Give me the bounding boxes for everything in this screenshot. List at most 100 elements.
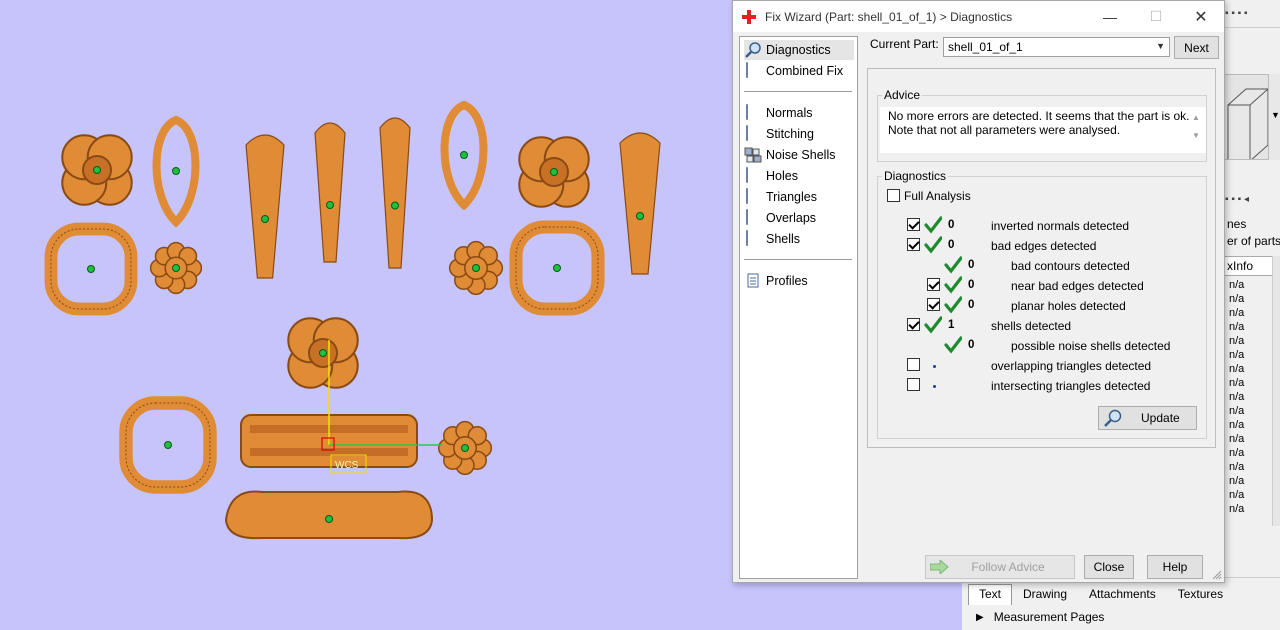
row-checkbox[interactable] (907, 238, 920, 251)
nav-item-normals[interactable]: Normals (744, 103, 813, 123)
not-run-dot-icon (933, 365, 936, 368)
nav-item-combined-fix[interactable]: Combined Fix (744, 61, 843, 81)
row-checkbox[interactable] (907, 318, 920, 331)
part-origin-marker[interactable] (550, 168, 558, 176)
row-label: inverted normals detected (991, 219, 1130, 233)
normals-cube-icon (744, 104, 762, 121)
nav-label-triangles: Triangles (766, 190, 817, 204)
info-scrollbar[interactable] (1272, 256, 1280, 526)
nav-label-holes: Holes (766, 169, 798, 183)
nav-item-noise-shells[interactable]: Noise Shells (744, 145, 835, 165)
close-window-button[interactable]: ✕ (1178, 1, 1224, 32)
close-button[interactable]: Close (1084, 555, 1134, 579)
strap-piece[interactable] (379, 117, 411, 269)
maximize-button[interactable]: ☐ (1133, 1, 1179, 32)
nav-item-stitching[interactable]: Stitching (744, 124, 814, 144)
panel-pin-icon[interactable]: ▪ ▪ ▪ ◂ (1225, 194, 1249, 205)
strap-piece[interactable] (245, 134, 285, 279)
row-count: 0 (968, 339, 975, 351)
part-origin-marker[interactable] (325, 515, 333, 523)
view-cube[interactable] (1223, 74, 1269, 162)
row-checkbox[interactable] (927, 298, 940, 311)
next-button[interactable]: Next (1174, 36, 1219, 59)
nav-item-overlaps[interactable]: Overlaps (744, 208, 816, 228)
part-origin-marker[interactable] (261, 215, 269, 223)
advice-scrollbar[interactable]: ▲ ▼ (1190, 109, 1202, 153)
advice-line-2: Note that not all parameters were analys… (888, 123, 1121, 137)
diagnostics-legend: Diagnostics (884, 169, 947, 183)
row-label: overlapping triangles detected (991, 359, 1152, 373)
nav-item-holes[interactable]: Holes (744, 166, 798, 186)
cube-icon (744, 62, 762, 79)
xinfo-tab-header[interactable]: xInfo (1223, 256, 1273, 276)
part-origin-marker[interactable] (553, 264, 561, 272)
diagnostics-panel: Advice No more errors are detected. It s… (867, 68, 1216, 448)
row-count: 0 (968, 299, 975, 311)
part-origin-marker[interactable] (93, 166, 101, 174)
pin-icon[interactable]: ▪ ▪ ▪ ▪ (1225, 8, 1248, 19)
part-origin-marker[interactable] (472, 264, 480, 272)
bottom-tab-drawing[interactable]: Drawing (1012, 584, 1078, 605)
bottom-tabs: Text Drawing Attachments Textures (968, 584, 1234, 605)
row-label: intersecting triangles detected (991, 379, 1151, 393)
help-button[interactable]: Help (1147, 555, 1203, 579)
part-origin-marker[interactable] (326, 201, 334, 209)
nav-item-profiles[interactable]: Profiles (744, 271, 808, 291)
part-origin-marker[interactable] (460, 151, 468, 159)
full-analysis-checkbox[interactable] (887, 189, 900, 202)
part-origin-marker[interactable] (172, 167, 180, 175)
row-checkbox[interactable] (927, 278, 940, 291)
view-cube-dropdown[interactable]: ▼ (1269, 74, 1280, 160)
part-origin-marker[interactable] (636, 212, 644, 220)
info-rows: n/a n/a n/a n/a n/a n/a n/a n/a n/a n/a n/a n/a n/a n… (1223, 278, 1273, 516)
row-checkbox[interactable] (907, 378, 920, 391)
part-origin-marker[interactable] (461, 444, 469, 452)
part-origin-marker[interactable] (391, 201, 399, 210)
bottom-panel: Text Drawing Attachments Textures ▶ Measure… (962, 577, 1280, 630)
follow-advice-button[interactable]: Follow Advice (925, 555, 1075, 579)
part-origin-marker[interactable] (172, 264, 180, 272)
info-row: n/a (1229, 349, 1245, 361)
ring-band-groove[interactable] (250, 448, 408, 456)
row-label: possible noise shells detected (1011, 339, 1171, 353)
row-label: shells detected (991, 319, 1072, 333)
info-row: n/a (1229, 503, 1245, 515)
nav-label-diagnostics: Diagnostics (766, 43, 831, 57)
advice-legend: Advice (884, 88, 921, 102)
advice-text: No more errors are detected. It seems th… (880, 107, 1206, 153)
strap-piece[interactable] (619, 132, 661, 275)
dialog-titlebar[interactable]: Fix Wizard (Part: shell_01_of_1) > Diagn… (733, 1, 1224, 32)
update-button[interactable]: Update (1098, 406, 1197, 430)
nav-item-triangles[interactable]: Triangles (744, 187, 817, 207)
part-origin-marker[interactable] (319, 349, 327, 357)
row-label: bad contours detected (1011, 259, 1130, 273)
row-checkbox[interactable] (907, 358, 920, 371)
panel-text-2: er of parts: (1227, 234, 1280, 248)
measurement-pages-row[interactable]: ▶ Measurement Pages (976, 610, 1104, 624)
info-row: n/a (1229, 405, 1245, 417)
triangles-cube-icon (744, 188, 762, 205)
bottom-tab-textures[interactable]: Textures (1167, 584, 1234, 605)
expand-arrow-icon[interactable]: ▶ (976, 612, 984, 623)
resize-grip-icon[interactable] (1212, 570, 1222, 580)
info-row: n/a (1229, 475, 1245, 487)
minimize-button[interactable]: — (1087, 1, 1133, 32)
nav-label-combined-fix: Combined Fix (766, 64, 844, 78)
nav-item-diagnostics[interactable]: Diagnostics (744, 40, 854, 60)
panel-text-1: nes (1227, 217, 1247, 231)
green-check-icon (924, 236, 942, 254)
row-checkbox[interactable] (907, 218, 920, 231)
bottom-tab-attachments[interactable]: Attachments (1078, 584, 1167, 605)
bottom-tab-text[interactable]: Text (968, 584, 1013, 605)
part-origin-marker[interactable] (87, 265, 95, 273)
strap-piece[interactable] (314, 122, 346, 263)
part-origin-marker[interactable] (164, 441, 172, 449)
row-count: 0 (968, 279, 975, 291)
current-part-select[interactable]: shell_01_of_1 ▼ (943, 37, 1170, 57)
nav-divider-2 (744, 259, 852, 260)
nav-item-shells[interactable]: Shells (744, 229, 800, 249)
dialog-title: Fix Wizard (Part: shell_01_of_1) > Diagn… (765, 9, 1013, 24)
fix-wizard-nav: Diagnostics Combined Fix Normals Stitchi… (739, 36, 858, 579)
ring-bottom[interactable] (224, 490, 434, 540)
wcs-label[interactable]: WCS (335, 460, 359, 471)
